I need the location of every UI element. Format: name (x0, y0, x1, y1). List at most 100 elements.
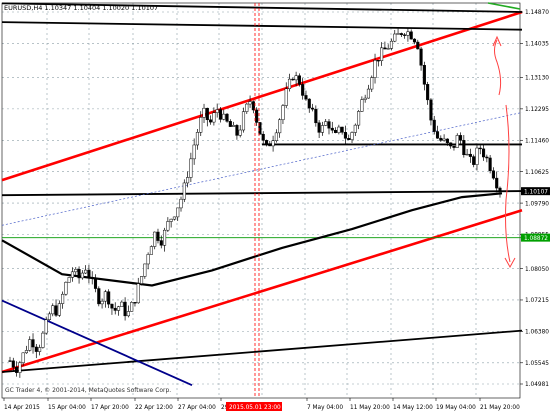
candle-body (21, 352, 25, 364)
price-tick-label: 1.07215 (525, 298, 549, 304)
candle-body (54, 305, 58, 316)
candle-body (215, 109, 219, 113)
time-tick-label: 27 Apr 04:00 (178, 405, 216, 411)
candle-body (294, 75, 298, 81)
candle-body (77, 269, 81, 279)
candle-body (218, 109, 223, 120)
candle-body (120, 301, 124, 307)
candle-body (133, 302, 137, 304)
candle-body (64, 281, 68, 295)
candle-body (163, 229, 167, 246)
candle-body (57, 303, 61, 316)
candle-body (439, 137, 443, 141)
candle-body (31, 339, 35, 348)
candle-body (419, 48, 423, 66)
price-tick-label: 1.05545 (525, 361, 549, 367)
candle-body (297, 75, 301, 85)
candle-body (80, 272, 84, 279)
candle-body (159, 240, 163, 246)
candle-body (202, 107, 206, 118)
candle-body (34, 346, 38, 352)
candle-body (363, 97, 367, 100)
candle-body (74, 269, 78, 273)
candle-body (403, 34, 407, 36)
time-tick-label: 22 Apr 12:00 (135, 405, 173, 411)
candle-body (468, 153, 472, 157)
candle-body (192, 144, 196, 160)
candle-body (186, 177, 190, 184)
candle-body (287, 78, 292, 90)
candle-body (465, 153, 469, 156)
symbol-info: EURUSD,H4 1.10347 1.10404 1.10020 1.1010… (4, 4, 158, 12)
candle-body (61, 293, 65, 304)
candle-body (225, 113, 229, 122)
candle-body (130, 302, 134, 312)
candle-body (488, 157, 492, 172)
candle-body (432, 119, 436, 132)
candle-body (426, 84, 430, 101)
candle-body (156, 231, 160, 241)
candle-body (107, 291, 111, 305)
candle-body (264, 140, 269, 144)
candle-body (357, 111, 361, 126)
time-tick-label: 14 Apr 2015 (4, 405, 40, 411)
candle-body (472, 156, 476, 165)
price-tick-label: 1.06380 (525, 330, 549, 336)
candle-body (422, 65, 426, 85)
candle-body (97, 288, 101, 305)
candle-body (261, 133, 265, 141)
candle-body (166, 221, 170, 231)
candle-body (146, 254, 150, 265)
candle-body (205, 107, 209, 121)
candle-body (475, 147, 479, 165)
candle-body (255, 109, 259, 123)
chart-window[interactable]: 1.14870 1.14035 1.13130 1.12295 1.11460 1.106… (0, 0, 550, 413)
candle-body (409, 31, 413, 40)
candle-body (67, 277, 71, 283)
candle-body (416, 41, 420, 50)
candle-body (199, 117, 203, 133)
candle-body (8, 360, 12, 362)
candle-body (274, 132, 278, 141)
candle-body (11, 360, 15, 368)
candle-body (343, 132, 347, 139)
candle-body (51, 305, 55, 315)
candle-body (366, 88, 371, 99)
candle-body (317, 122, 321, 133)
candle-body (482, 148, 486, 158)
candle-body (370, 77, 374, 90)
candle-body (28, 339, 32, 351)
candle-body (84, 269, 88, 274)
candle-body (347, 138, 351, 140)
price-tick-label: 1.12295 (525, 107, 549, 113)
level-price-label: 1.08872 (524, 236, 548, 242)
candle-body (301, 84, 305, 96)
candle-body (113, 307, 117, 311)
candle-body (281, 105, 285, 121)
candle-body (462, 140, 466, 155)
candle-body (291, 78, 295, 81)
candle-body (304, 95, 308, 100)
time-tick-label: 11 May 20:00 (350, 405, 390, 411)
candle-body (44, 319, 48, 334)
candle-body (195, 132, 199, 146)
time-tick-label: 15 Apr 04:00 (48, 405, 86, 411)
candle-body (18, 362, 22, 373)
candle-body (435, 131, 440, 139)
candle-body (100, 300, 104, 305)
candle-body (93, 278, 98, 289)
candle-body (169, 218, 173, 222)
price-chart[interactable]: 1.14870 1.14035 1.13130 1.12295 1.11460 1.106… (0, 0, 550, 413)
time-tick-label: 21 May 20:00 (480, 405, 520, 411)
candle-body (498, 187, 502, 192)
candle-body (182, 182, 186, 200)
candle-body (235, 125, 239, 136)
time-tick-label: 14 May 12:00 (393, 405, 433, 411)
candle-body (458, 135, 463, 141)
candle-body (320, 125, 324, 133)
candle-body (139, 276, 144, 284)
time-tick-label: 19 May 04:00 (436, 405, 476, 411)
candle-body (376, 60, 380, 62)
candle-body (126, 311, 130, 317)
candle-body (383, 47, 387, 50)
